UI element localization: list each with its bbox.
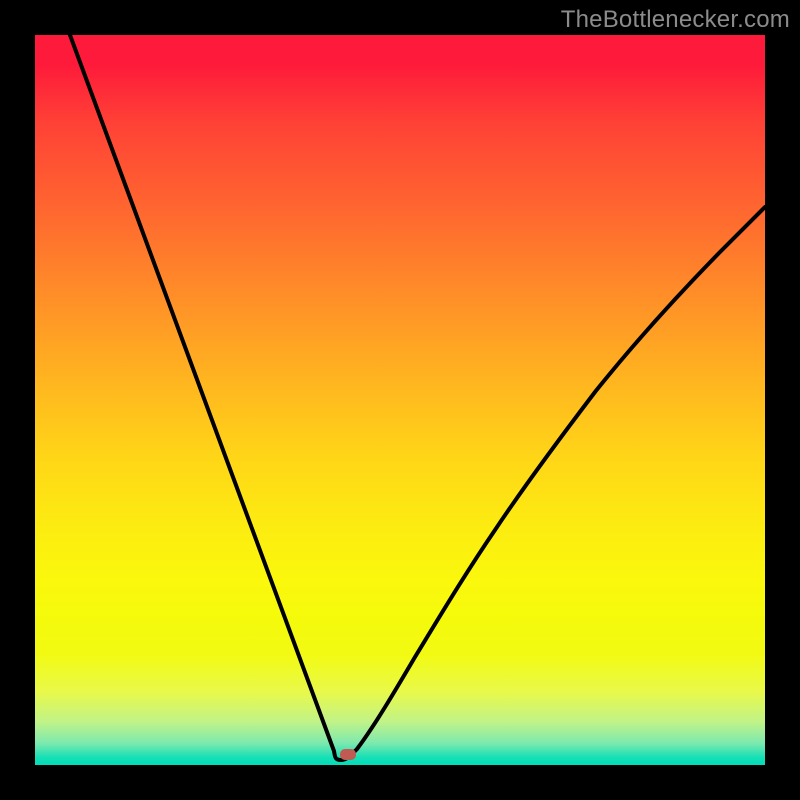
chart-frame: TheBottlenecker.com [0,0,800,800]
plot-area [35,35,765,765]
curve-svg [35,35,765,765]
bottleneck-curve [70,35,765,760]
watermark-text: TheBottlenecker.com [561,6,790,34]
optimal-point-marker [340,749,356,760]
